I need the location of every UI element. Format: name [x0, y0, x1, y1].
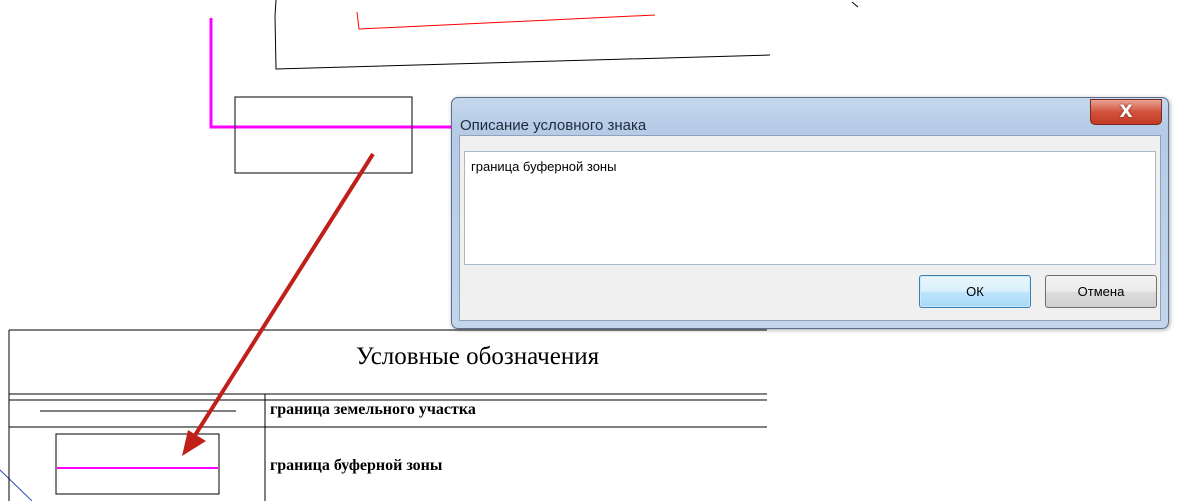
- black-plot-top-edge: [274, 0, 277, 17]
- corner-blue-line: [0, 469, 33, 501]
- close-button[interactable]: X: [1090, 99, 1162, 125]
- red-line: [356, 11, 656, 30]
- dialog-title: Описание условного знака: [460, 117, 647, 134]
- black-plot-outline: [274, 15, 771, 70]
- ok-button[interactable]: ОК: [919, 275, 1031, 308]
- small-black-tick: [851, 1, 859, 8]
- legend-row-label-land-plot: граница земельного участка: [270, 401, 476, 418]
- legend-row-label-buffer-zone: граница буферной зоны: [270, 457, 443, 474]
- legend-symbol-frame-source: [234, 96, 413, 174]
- description-input[interactable]: граница буферной зоны: [464, 151, 1156, 265]
- symbol-description-dialog: Описание условного знака X граница буфер…: [451, 97, 1169, 329]
- close-icon: X: [1119, 101, 1133, 122]
- arrow-shaft: [190, 152, 375, 442]
- dialog-client-area: граница буферной зоны ОК Отмена: [459, 135, 1161, 321]
- magenta-buffer-line: [209, 18, 455, 129]
- cancel-button[interactable]: Отмена: [1045, 275, 1157, 308]
- legend-title: Условные обозначения: [356, 343, 600, 370]
